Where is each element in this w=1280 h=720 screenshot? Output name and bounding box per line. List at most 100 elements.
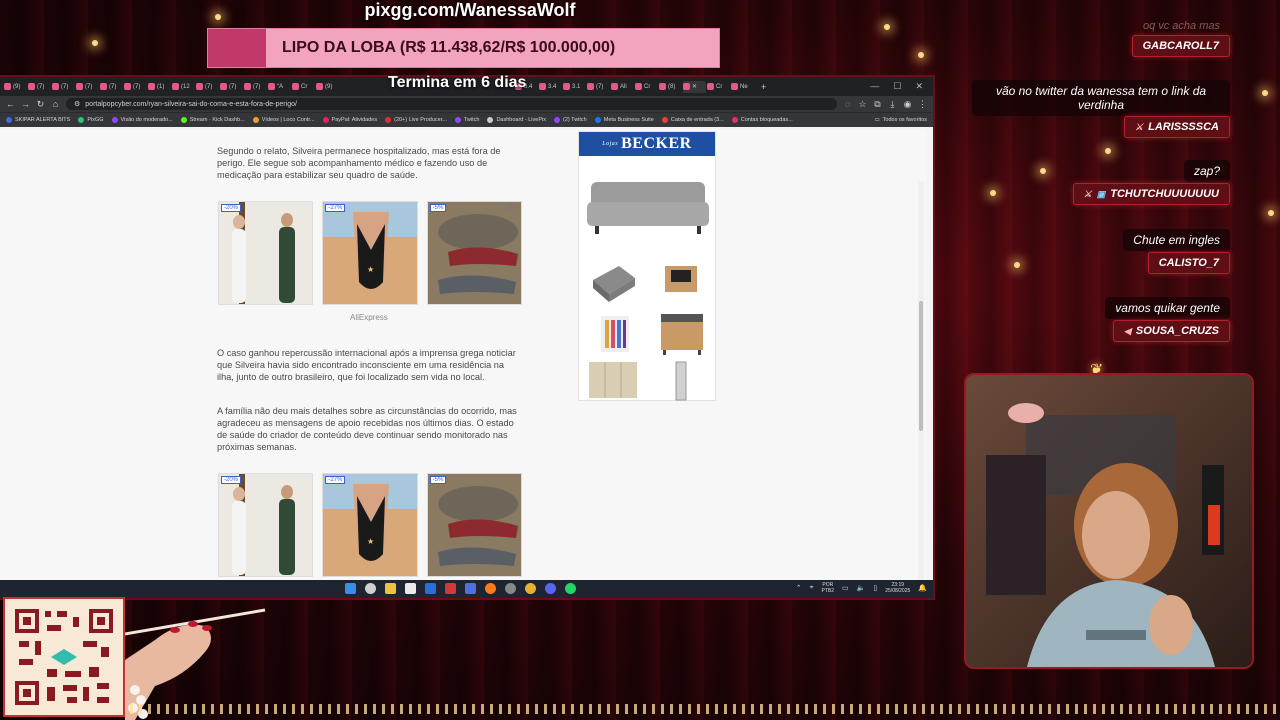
bookmark[interactable]: PixGG: [78, 117, 104, 123]
page-scrollbar[interactable]: [918, 181, 924, 584]
tab-label: (7): [133, 83, 141, 90]
chrome-icon[interactable]: [525, 583, 536, 594]
product-ad-jumpsuits[interactable]: -20%: [218, 201, 314, 305]
bookmark[interactable]: Contas bloqueadas...: [731, 117, 793, 123]
browser-tab[interactable]: 3.4: [539, 81, 562, 93]
url-text: portalpopcyber.com/ryan-silveira-sai-do-…: [85, 100, 297, 108]
browser-tab[interactable]: “A: [268, 81, 291, 93]
eye-off-icon[interactable]: ◌: [843, 99, 852, 109]
browser-tab[interactable]: (1): [148, 81, 171, 93]
qr-code[interactable]: [3, 597, 125, 717]
volume-icon[interactable]: 🔈: [857, 584, 866, 592]
bookmark[interactable]: Caixa de entrada (3...: [661, 117, 724, 123]
ad-info-icon[interactable]: ⓘ: [507, 203, 513, 212]
battery-icon[interactable]: ▯: [873, 584, 877, 592]
cabinet-image: [661, 314, 703, 355]
chevron-up-icon[interactable]: ⌃: [796, 584, 802, 592]
bookmark-icon: [594, 117, 601, 123]
notification-icon[interactable]: 🔔: [918, 584, 927, 592]
forward-icon[interactable]: →: [21, 99, 30, 109]
browser-tab[interactable]: Ne: [731, 81, 754, 93]
bookmark[interactable]: Twitch: [454, 117, 479, 123]
browser-tab[interactable]: 3.1: [563, 81, 586, 93]
url-field[interactable]: ⚙ portalpopcyber.com/ryan-silveira-sai-d…: [66, 98, 837, 110]
bookmark[interactable]: Dashboard - LivePix: [487, 117, 546, 123]
taskbar-clock[interactable]: 23:19 25/08/2025: [885, 582, 910, 594]
tab-favicon-icon: [196, 83, 203, 90]
browser-tab[interactable]: (9): [316, 81, 339, 93]
browser-tab[interactable]: Ali: [611, 81, 634, 93]
product-ad-shoes[interactable]: -5%: [426, 201, 522, 305]
discord-icon[interactable]: [545, 583, 556, 594]
star-icon[interactable]: ☆: [858, 99, 867, 110]
bookmark-icon: [553, 117, 560, 123]
bookmark[interactable]: Stream · Kick Dashb...: [180, 117, 245, 123]
language-indicator[interactable]: POR PTB2: [822, 582, 835, 594]
browser-tab[interactable]: (9): [4, 81, 27, 93]
scroll-thumb[interactable]: [919, 301, 923, 431]
app-icon[interactable]: [445, 583, 456, 594]
tab-label: (7): [61, 83, 69, 90]
browser-tab[interactable]: (7): [100, 81, 123, 93]
search-icon[interactable]: [365, 583, 376, 594]
browser-tab[interactable]: Cr: [292, 81, 315, 93]
browser-tab[interactable]: (8): [659, 81, 682, 93]
tab-label: Ali: [620, 83, 627, 90]
tab-close-icon[interactable]: ✕: [692, 83, 697, 90]
menu-icon[interactable]: ⋮: [918, 99, 927, 110]
steam-icon[interactable]: [425, 583, 436, 594]
bookmark[interactable]: Visão do moderado...: [111, 117, 173, 123]
bookmark[interactable]: Meta Business Suite: [594, 117, 654, 123]
browser-tab[interactable]: (7): [196, 81, 219, 93]
reload-icon[interactable]: ↻: [36, 99, 45, 110]
browser-tab-active[interactable]: ✕: [683, 80, 706, 93]
bookmarks-folder[interactable]: ▭ Todos os favoritos: [874, 117, 927, 123]
product-ad-swimsuit[interactable]: -27% ★: [322, 201, 418, 305]
extensions-icon[interactable]: ⧉: [873, 99, 882, 110]
browser-tab[interactable]: (7): [587, 81, 610, 93]
browser-tab[interactable]: (12: [172, 81, 195, 93]
maximize-icon[interactable]: ☐: [893, 81, 901, 92]
shelf-image: [675, 361, 687, 401]
product-ad-shoes[interactable]: -5%: [426, 473, 522, 577]
start-menu-icon[interactable]: [345, 583, 356, 594]
browser-tab[interactable]: Cr: [707, 81, 730, 93]
browser-tab[interactable]: (7): [124, 81, 147, 93]
bookmark[interactable]: PayPal: Atividades: [322, 117, 377, 123]
file-explorer-icon[interactable]: [385, 583, 396, 594]
bookmark-label: Meta Business Suite: [603, 117, 654, 123]
home-icon[interactable]: ⌂: [51, 99, 60, 109]
browser-tab[interactable]: (7): [52, 81, 75, 93]
obs-icon[interactable]: [505, 583, 516, 594]
download-icon[interactable]: ⤓: [888, 99, 897, 110]
chat-message: zap?: [1183, 160, 1230, 182]
browser-tab[interactable]: (7): [28, 81, 51, 93]
browser-tab[interactable]: (7): [76, 81, 99, 93]
bookmark[interactable]: SKIPAR ALERTA BITS: [6, 117, 70, 123]
whatsapp-icon[interactable]: [565, 583, 576, 594]
svg-text:★: ★: [367, 265, 374, 274]
store-icon[interactable]: [405, 583, 416, 594]
minimize-icon[interactable]: —: [870, 81, 879, 92]
location-icon[interactable]: ⌖: [810, 584, 814, 592]
bookmark[interactable]: Vídeos | Loco Contr...: [252, 117, 315, 123]
browser-tab[interactable]: Cr: [635, 81, 658, 93]
furniture-side-ad[interactable]: Lojas BECKER: [578, 131, 716, 401]
app-icon[interactable]: [465, 583, 476, 594]
bookmark[interactable]: (20+) Live Producer...: [385, 117, 447, 123]
close-icon[interactable]: ✕: [915, 81, 923, 92]
profile-icon[interactable]: ◉: [903, 99, 912, 110]
bookmark[interactable]: (2) Twitch: [553, 117, 587, 123]
site-info-icon[interactable]: ⚙: [74, 100, 80, 108]
tab-label: 3.1: [572, 83, 581, 90]
browser-tab[interactable]: (7): [220, 81, 243, 93]
new-tab-icon[interactable]: +: [761, 82, 766, 92]
browser-tab[interactable]: (7): [244, 81, 267, 93]
product-ad-swimsuit[interactable]: -27% ★: [322, 473, 418, 577]
back-icon[interactable]: ←: [6, 99, 15, 109]
product-ad-jumpsuits[interactable]: -20%: [218, 473, 314, 577]
tab-favicon-icon: [635, 83, 642, 90]
tab-favicon-icon: [28, 83, 35, 90]
firefox-icon[interactable]: [485, 583, 496, 594]
monitor-icon[interactable]: ▭: [842, 584, 849, 592]
